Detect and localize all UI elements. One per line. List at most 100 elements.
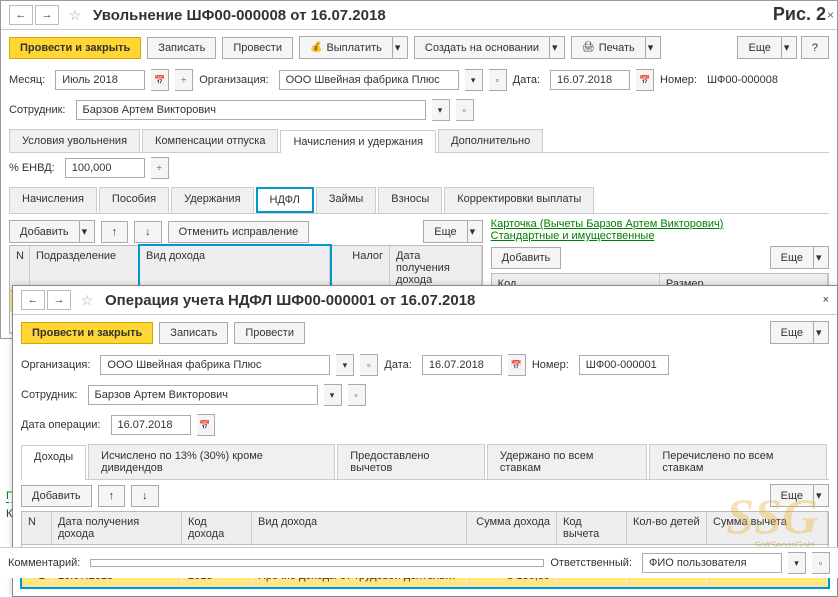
resp-dd[interactable]: ▾ [788, 552, 806, 574]
date-input[interactable]: 16.07.2018 [550, 70, 630, 90]
org-input-2[interactable]: ООО Швейная фабрика Плюс [100, 355, 330, 375]
sub-more-button[interactable]: Еще [423, 220, 466, 243]
col-children: Кол-во детей [627, 512, 707, 544]
employee-input-2[interactable]: Барзов Артем Викторович [88, 385, 318, 405]
toolbar: Провести и закрыть Записать Провести 💰Вы… [1, 30, 837, 65]
print-button[interactable]: 🖨Печать [571, 36, 645, 59]
back-button[interactable]: ← [9, 5, 33, 25]
employee-input[interactable]: Барзов Артем Викторович [76, 100, 426, 120]
more-button[interactable]: Еще [737, 36, 780, 59]
create-based-dropdown[interactable]: ▾ [549, 36, 565, 59]
envd-stepper[interactable]: ÷ [151, 157, 169, 179]
date-cal-2[interactable]: 📅 [508, 354, 526, 376]
org-dropdown-icon[interactable]: ▾ [465, 69, 483, 91]
post-close-button[interactable]: Провести и закрыть [9, 37, 141, 59]
forward-button-2[interactable]: → [47, 290, 71, 310]
up-button[interactable]: ↑ [101, 221, 129, 243]
tab-transferred[interactable]: Перечислено по всем ставкам [649, 444, 827, 479]
number-input-2[interactable]: ШФ00-000001 [579, 355, 669, 375]
month-label: Месяц: [9, 74, 45, 86]
tab-deductions[interactable]: Предоставлено вычетов [337, 444, 485, 479]
titlebar: ← → ☆ Увольнение ШФ00-000008 от 16.07.20… [1, 1, 837, 30]
add2-button[interactable]: Добавить [491, 247, 562, 269]
forward-button[interactable]: → [35, 5, 59, 25]
close-icon[interactable]: × [827, 8, 834, 22]
more-dropdown-2[interactable]: ▾ [813, 321, 829, 344]
subtab-corrections[interactable]: Корректировки выплаты [444, 187, 594, 213]
tab-calc13[interactable]: Исчислено по 13% (30%) кроме дивидендов [88, 444, 335, 479]
month-calendar-icon[interactable]: 📅 [151, 69, 169, 91]
post-button-2[interactable]: Провести [234, 322, 305, 344]
create-based-button[interactable]: Создать на основании [414, 36, 549, 59]
print-dropdown[interactable]: ▾ [645, 36, 661, 59]
comment-input[interactable] [90, 559, 544, 567]
month-input[interactable]: Июль 2018 [55, 70, 145, 90]
standard-link[interactable]: Стандартные и имущественные [491, 230, 655, 242]
date-calendar-icon[interactable]: 📅 [636, 69, 654, 91]
sub-more-dd-2[interactable]: ▾ [813, 484, 829, 507]
date-label: Дата: [513, 74, 540, 86]
more2-button[interactable]: Еще [770, 246, 813, 269]
post-button[interactable]: Провести [222, 37, 293, 59]
more-button-2[interactable]: Еще [770, 321, 813, 344]
responsible-label: Ответственный: [550, 557, 632, 569]
org-open-2[interactable]: ▫ [360, 354, 378, 376]
down-button-2[interactable]: ↓ [131, 485, 159, 507]
star-icon-2[interactable]: ☆ [77, 290, 97, 310]
org-input[interactable]: ООО Швейная фабрика Плюс [279, 70, 459, 90]
save-button-2[interactable]: Записать [159, 322, 228, 344]
responsible-input[interactable]: ФИО пользователя [642, 553, 782, 573]
col-deductcode: Код вычета [557, 512, 627, 544]
employee-dropdown-icon[interactable]: ▾ [432, 99, 450, 121]
help-button[interactable]: ? [801, 36, 829, 59]
pay-dropdown[interactable]: ▾ [392, 36, 408, 59]
add-button[interactable]: Добавить [9, 220, 79, 243]
toolbar2: Провести и закрыть Записать Провести Еще… [13, 315, 837, 350]
col-date-2: Дата получения дохода [52, 512, 182, 544]
number-label: Номер: [660, 74, 697, 86]
up-button-2[interactable]: ↑ [98, 485, 126, 507]
tab-conditions[interactable]: Условия увольнения [9, 129, 140, 152]
org-dd-2[interactable]: ▾ [336, 354, 354, 376]
org-open-icon[interactable]: ▫ [489, 69, 507, 91]
subtab-contributions[interactable]: Взносы [378, 187, 442, 213]
down-button[interactable]: ↓ [134, 221, 162, 243]
sub-more-dropdown[interactable]: ▾ [467, 220, 483, 243]
month-stepper[interactable]: ÷ [175, 69, 193, 91]
col-n-2: N [22, 512, 52, 544]
card-link[interactable]: Карточка (Вычеты Барзов Артем Викторович… [491, 218, 724, 230]
add-button-2[interactable]: Добавить [21, 485, 92, 507]
fields-row-1: Месяц: Июль 2018 📅 ÷ Организация: ООО Шв… [1, 65, 837, 95]
tab-income[interactable]: Доходы [21, 445, 86, 480]
save-button[interactable]: Записать [147, 37, 216, 59]
tab-withheld[interactable]: Удержано по всем ставкам [487, 444, 648, 479]
opdate-input[interactable]: 16.07.2018 [111, 415, 191, 435]
close-icon-2[interactable]: × [823, 294, 829, 306]
sub-more-2[interactable]: Еще [770, 484, 813, 507]
pay-button[interactable]: 💰Выплатить [299, 36, 392, 59]
star-icon[interactable]: ☆ [65, 5, 85, 25]
tab-compensations[interactable]: Компенсации отпуска [142, 129, 278, 152]
subtab-deductions[interactable]: Удержания [171, 187, 253, 213]
add-dropdown[interactable]: ▾ [79, 220, 95, 243]
footer: Комментарий: Ответственный: ФИО пользова… [0, 547, 838, 578]
subtab-benefits[interactable]: Пособия [99, 187, 169, 213]
post-close-button-2[interactable]: Провести и закрыть [21, 322, 153, 344]
employee-open-icon[interactable]: ▫ [456, 99, 474, 121]
subtab-loans[interactable]: Займы [316, 187, 376, 213]
emp-dd-2[interactable]: ▾ [324, 384, 342, 406]
back-button-2[interactable]: ← [21, 290, 45, 310]
more2-dropdown[interactable]: ▾ [813, 246, 829, 269]
subtab-ndfl[interactable]: НДФЛ [256, 187, 314, 213]
resp-open[interactable]: ▫ [812, 552, 830, 574]
more-dropdown[interactable]: ▾ [781, 36, 797, 59]
tab-accruals[interactable]: Начисления и удержания [280, 130, 436, 153]
tab-additional[interactable]: Дополнительно [438, 129, 543, 152]
envd-input[interactable]: 100,000 [65, 158, 145, 178]
emp-open-2[interactable]: ▫ [348, 384, 366, 406]
cancel-fix-button[interactable]: Отменить исправление [168, 221, 310, 243]
subtab-accruals[interactable]: Начисления [9, 187, 97, 213]
date-input-2[interactable]: 16.07.2018 [422, 355, 502, 375]
opdate-cal[interactable]: 📅 [197, 414, 215, 436]
envd-label: % ЕНВД: [9, 162, 55, 174]
